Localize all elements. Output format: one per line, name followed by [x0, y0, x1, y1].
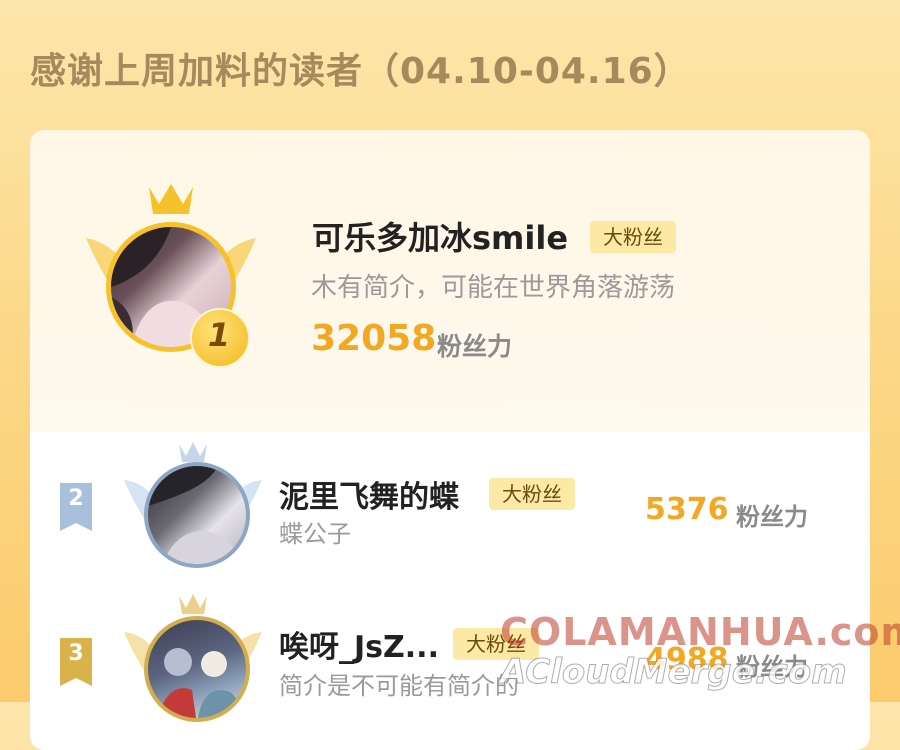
- reader-name[interactable]: 可乐多加冰smile: [312, 213, 568, 259]
- page-title: 感谢上周加料的读者（04.10-04.16）: [30, 51, 691, 92]
- watermark-text: COLAMANHUA.com: [500, 610, 900, 654]
- rank-3-number: 3: [68, 641, 84, 666]
- fan-badge: 大粉丝: [590, 221, 676, 253]
- rank-2-number: 2: [68, 486, 84, 511]
- reader-bio: 简介是不可能有简介的: [279, 672, 519, 700]
- avatar[interactable]: [144, 462, 250, 568]
- fan-power-value: 32058: [311, 318, 437, 359]
- reader-bio: 蝶公子: [279, 520, 351, 548]
- fan-power-label: 粉丝力: [736, 503, 808, 531]
- fan-power-value: 5376: [645, 492, 729, 527]
- rank-1-number: 1: [207, 316, 231, 354]
- fan-badge: 大粉丝: [489, 478, 575, 510]
- reader-name[interactable]: 泥里飞舞的蝶: [279, 472, 459, 516]
- avatar[interactable]: [144, 616, 250, 722]
- fan-power-label: 粉丝力: [437, 332, 513, 361]
- reader-name[interactable]: 唉呀_JsZ...: [279, 622, 439, 666]
- reader-bio: 木有简介，可能在世界角落游荡: [311, 273, 676, 303]
- watermark-text-secondary: ACloudMerge.com: [500, 652, 848, 693]
